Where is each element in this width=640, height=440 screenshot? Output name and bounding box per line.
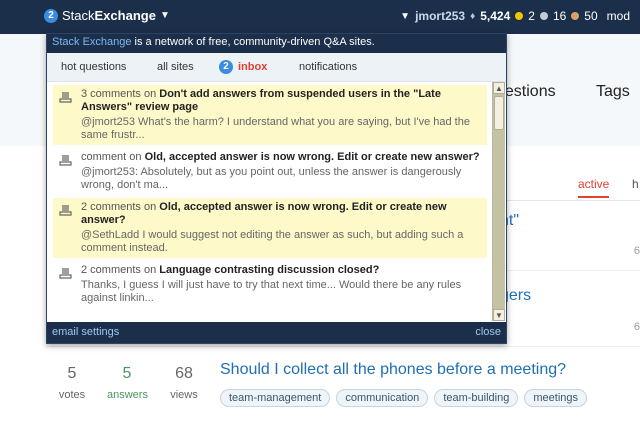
gold-badge-count: 2 xyxy=(528,9,535,23)
item-title: Old, accepted answer is now wrong. Edit … xyxy=(144,151,480,163)
question-title-link[interactable]: Should I collect all the phones before a… xyxy=(220,361,566,379)
item-kind: 3 comments on xyxy=(81,88,157,100)
tab-hot-questions[interactable]: hot questions xyxy=(61,61,126,73)
bronze-badge-count: 50 xyxy=(584,9,598,23)
tag-team-building[interactable]: team-building xyxy=(434,389,519,407)
mod-link[interactable]: mod xyxy=(607,9,630,23)
dropdown-intro: Stack Exchange is a network of free, com… xyxy=(47,34,506,53)
item-excerpt: @jmort253: Absolutely, but as you point … xyxy=(81,166,462,191)
gold-badge-icon xyxy=(515,12,524,20)
inbox-item[interactable]: 2 comments on Language contrasting discu… xyxy=(53,261,487,308)
inbox-item-icon xyxy=(59,155,72,166)
answers-count: 5 xyxy=(122,365,132,382)
intro-text: is a network of free, community-driven Q… xyxy=(131,36,375,48)
votes-label: votes xyxy=(58,389,86,401)
question-summary: 5 votes 5 answers 68 views Should I coll… xyxy=(46,355,640,440)
tag-meetings[interactable]: meetings xyxy=(524,389,587,407)
stackexchange-menu-button[interactable]: 2 Stack Exchange ▼ xyxy=(44,8,170,23)
email-settings-link[interactable]: email settings xyxy=(52,322,119,343)
item-excerpt: @jmort253 What's the harm? I understand … xyxy=(81,116,470,141)
inbox-item[interactable]: 3 comments on Don't add answers from sus… xyxy=(53,85,487,145)
brand-exchange: Exchange xyxy=(94,8,156,23)
inbox-item[interactable]: comment on Old, accepted answer is now w… xyxy=(53,148,487,195)
close-link[interactable]: close xyxy=(475,322,501,343)
top-bar: 2 Stack Exchange ▼ ▼ jmort253 ♦ 5,424 2 … xyxy=(0,0,640,34)
tab-hot[interactable]: h xyxy=(632,177,639,191)
reputation: 5,424 xyxy=(480,9,511,23)
moderator-diamond-icon: ♦ xyxy=(470,10,476,22)
tab-notifications[interactable]: notifications xyxy=(299,61,357,73)
tag-communication[interactable]: communication xyxy=(336,389,429,407)
dropdown-footer: email settings close xyxy=(47,322,506,343)
item-kind: 2 comments on xyxy=(81,264,157,276)
bronze-badge-icon xyxy=(571,12,580,20)
views-count: 68 xyxy=(175,365,193,382)
inbox-item-icon xyxy=(59,268,72,279)
stackexchange-dropdown: Stack Exchange is a network of free, com… xyxy=(46,33,507,344)
inbox-tab-badge: 2 xyxy=(219,60,233,74)
answers-stat: 5 answers xyxy=(107,365,148,401)
inbox-list[interactable]: 3 comments on Don't add answers from sus… xyxy=(47,82,493,321)
tab-inbox-label: inbox xyxy=(238,61,268,73)
scroll-down-icon[interactable]: ▼ xyxy=(493,309,505,321)
item-excerpt: @SethLadd I would suggest not editing th… xyxy=(81,229,464,254)
brand-stack: Stack xyxy=(62,8,95,23)
scroll-thumb[interactable] xyxy=(494,96,504,130)
inbox-item-icon xyxy=(59,92,72,103)
side-count: 6 xyxy=(633,321,640,333)
username-link[interactable]: jmort253 xyxy=(415,9,465,23)
dropdown-tabs: hot questions all sites 2 inbox notifica… xyxy=(47,53,506,82)
scroll-up-icon[interactable]: ▲ xyxy=(493,82,505,94)
tab-inbox[interactable]: 2 inbox xyxy=(219,60,267,74)
caret-down-icon[interactable]: ▼ xyxy=(400,11,410,22)
nav-tags[interactable]: Tags xyxy=(596,83,630,101)
tab-all-sites[interactable]: all sites xyxy=(157,61,194,73)
item-title: Language contrasting discussion closed? xyxy=(159,264,380,276)
answers-label: answers xyxy=(107,389,148,401)
views-label: views xyxy=(170,389,198,401)
tag-list: team-management communication team-build… xyxy=(220,389,587,407)
inbox-scrollbar[interactable]: ▲ ▼ xyxy=(492,82,505,321)
user-info: ▼ jmort253 ♦ 5,424 2 16 50 mod xyxy=(400,9,630,23)
inbox-item-icon xyxy=(59,205,72,216)
stackexchange-link[interactable]: Stack Exchange xyxy=(52,36,132,48)
tab-active[interactable]: active xyxy=(578,177,610,198)
side-count: 6 xyxy=(633,245,640,257)
views-stat: 68 views xyxy=(164,365,204,401)
item-kind: comment on xyxy=(81,151,142,163)
votes-stat: 5 votes xyxy=(52,365,92,401)
caret-down-icon: ▼ xyxy=(159,10,170,21)
inbox-count-badge: 2 xyxy=(44,8,58,23)
item-excerpt: Thanks, I guess I will just have to try … xyxy=(81,279,462,304)
silver-badge-count: 16 xyxy=(552,9,567,23)
tag-team-management[interactable]: team-management xyxy=(220,389,331,407)
divider xyxy=(46,346,640,347)
inbox-item[interactable]: 2 comments on Old, accepted answer is no… xyxy=(53,198,487,258)
item-kind: 2 comments on xyxy=(81,201,157,213)
silver-badge-icon xyxy=(539,12,548,20)
votes-count: 5 xyxy=(67,365,77,382)
